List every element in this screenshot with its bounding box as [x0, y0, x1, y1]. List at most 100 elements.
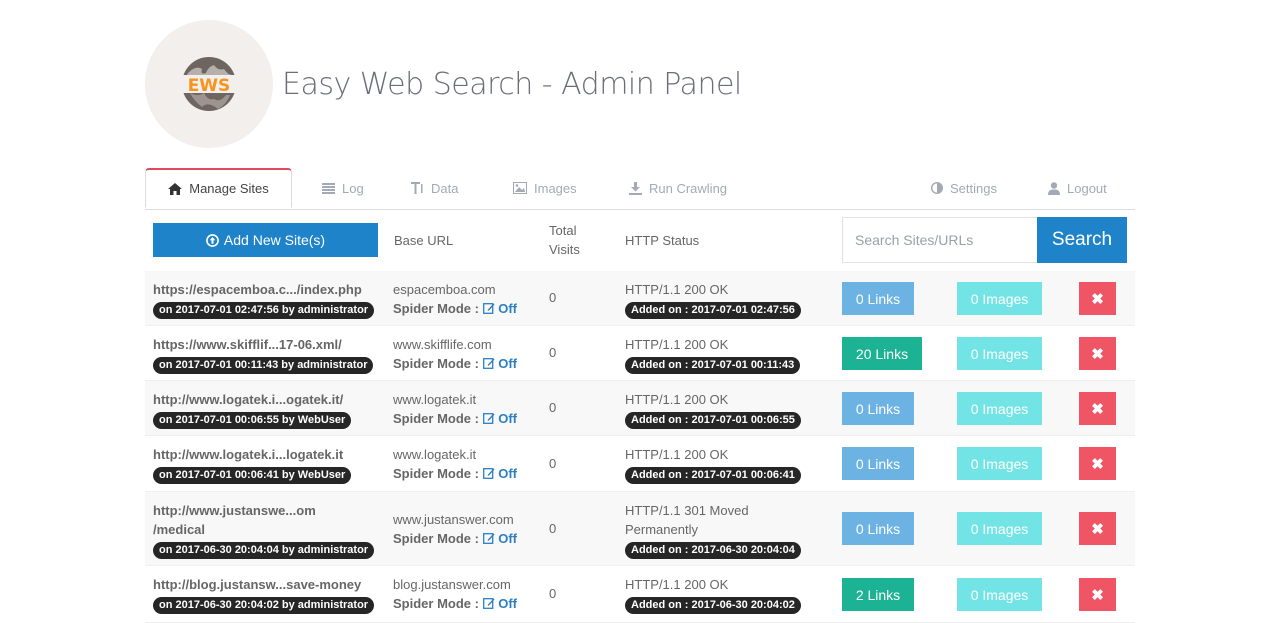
total-visits: 0 [549, 521, 557, 536]
delete-button[interactable]: ✖ [1079, 578, 1116, 611]
add-new-site-button[interactable]: Add New Site(s) [153, 223, 378, 257]
site-url[interactable]: http://www.logatek.i...logatek.it [153, 445, 383, 464]
search-button[interactable]: Search [1037, 217, 1127, 263]
base-url-cell: espacemboa.com Spider Mode : Off [393, 280, 517, 318]
added-on-badge: Added on : 2017-07-01 00:11:43 [625, 357, 801, 374]
delete-button[interactable]: ✖ [1079, 282, 1116, 315]
spider-mode: Spider Mode : Off [393, 301, 517, 316]
links-button[interactable]: 0 Links [842, 447, 914, 480]
tab-images[interactable]: Images [513, 168, 577, 208]
images-button[interactable]: 0 Images [957, 282, 1042, 315]
added-on-badge: Added on : 2017-07-01 00:06:55 [625, 412, 801, 429]
spider-mode: Spider Mode : Off [393, 356, 517, 371]
links-button[interactable]: 0 Links [842, 392, 914, 425]
base-url-cell: blog.justanswer.com Spider Mode : Off [393, 575, 517, 613]
links-button[interactable]: 2 Links [842, 578, 914, 611]
delete-button[interactable]: ✖ [1079, 392, 1116, 425]
http-status-text: HTTP/1.1 200 OK [625, 577, 729, 592]
sites-table: https://espacemboa.c.../index.php on 201… [145, 271, 1135, 623]
added-by-badge: on 2017-07-01 00:06:41 by WebUser [153, 467, 352, 484]
spider-toggle[interactable]: Off [482, 356, 517, 371]
base-url: espacemboa.com [393, 282, 496, 297]
total-visits: 0 [549, 456, 557, 471]
spider-mode: Spider Mode : Off [393, 596, 517, 611]
links-button[interactable]: 0 Links [842, 512, 914, 545]
site-url[interactable]: http://www.logatek.i...ogatek.it/ [153, 390, 383, 409]
total-visits: 0 [549, 586, 557, 601]
tab-data[interactable]: Data [411, 168, 458, 208]
site-url[interactable]: http://www.justanswe...om [153, 501, 383, 520]
site-url-cell: http://www.justanswe...om/medical on 201… [153, 501, 383, 559]
site-url-cell: https://www.skifflif...17-06.xml/ on 201… [153, 335, 383, 374]
http-status-text: HTTP/1.1 301 Moved [625, 503, 749, 518]
column-header-base-url: Base URL [394, 233, 454, 248]
site-url-cell: http://blog.justansw...save-money on 201… [153, 575, 383, 614]
close-icon: ✖ [1091, 400, 1104, 418]
edit-icon [482, 533, 495, 544]
site-row: https://espacemboa.c.../index.php on 201… [145, 271, 1135, 326]
site-url-cell: http://www.logatek.i...logatek.it on 201… [153, 445, 383, 484]
close-icon: ✖ [1091, 345, 1104, 363]
close-icon: ✖ [1091, 520, 1104, 538]
tab-run-crawling[interactable]: Run Crawling [629, 168, 727, 208]
site-row: https://www.skifflif...17-06.xml/ on 201… [145, 326, 1135, 381]
http-status-text: HTTP/1.1 200 OK [625, 447, 729, 462]
images-button[interactable]: 0 Images [957, 447, 1042, 480]
images-button[interactable]: 0 Images [957, 578, 1042, 611]
site-row: http://www.logatek.i...logatek.it on 201… [145, 436, 1135, 492]
spider-toggle[interactable]: Off [482, 596, 517, 611]
list-icon [322, 182, 335, 194]
base-url-cell: www.justanswer.com Spider Mode : Off [393, 510, 517, 548]
base-url: www.logatek.it [393, 392, 477, 407]
search-input[interactable] [842, 217, 1037, 263]
base-url-cell: www.skifflife.com Spider Mode : Off [393, 335, 517, 373]
picture-icon [513, 182, 527, 194]
tab-logout[interactable]: Logout [1048, 168, 1107, 208]
edit-icon [482, 303, 495, 314]
site-url[interactable]: http://blog.justansw...save-money [153, 575, 383, 594]
delete-button[interactable]: ✖ [1079, 337, 1116, 370]
svg-text:EWS: EWS [188, 76, 231, 96]
total-visits: 0 [549, 400, 557, 415]
images-button[interactable]: 0 Images [957, 512, 1042, 545]
base-url: www.logatek.it [393, 447, 477, 462]
spider-toggle[interactable]: Off [482, 301, 517, 316]
added-on-badge: Added on : 2017-06-30 20:04:04 [625, 542, 801, 559]
site-url-cell: http://www.logatek.i...ogatek.it/ on 201… [153, 390, 383, 429]
base-url: blog.justanswer.com [393, 577, 511, 592]
added-on-badge: Added on : 2017-07-01 02:47:56 [625, 302, 801, 319]
added-by-badge: on 2017-06-30 20:04:04 by administrator [153, 542, 375, 559]
images-button[interactable]: 0 Images [957, 337, 1042, 370]
edit-icon [482, 598, 495, 609]
spider-mode: Spider Mode : Off [393, 411, 517, 426]
added-by-badge: on 2017-07-01 02:47:56 by administrator [153, 302, 375, 319]
total-visits: 0 [549, 345, 557, 360]
site-url[interactable]: /medical [153, 520, 383, 539]
site-url[interactable]: https://www.skifflif...17-06.xml/ [153, 335, 383, 354]
images-button[interactable]: 0 Images [957, 392, 1042, 425]
circle-arrow-up-icon [206, 233, 219, 247]
base-url-cell: www.logatek.it Spider Mode : Off [393, 445, 517, 483]
site-url-cell: https://espacemboa.c.../index.php on 201… [153, 280, 383, 319]
links-button[interactable]: 0 Links [842, 282, 914, 315]
spider-toggle[interactable]: Off [482, 411, 517, 426]
links-button[interactable]: 20 Links [842, 337, 922, 370]
tab-log[interactable]: Log [322, 168, 364, 208]
delete-button[interactable]: ✖ [1079, 512, 1116, 545]
edit-icon [482, 468, 495, 479]
base-url-cell: www.logatek.it Spider Mode : Off [393, 390, 517, 428]
close-icon: ✖ [1091, 586, 1104, 604]
home-icon [168, 182, 183, 195]
close-icon: ✖ [1091, 455, 1104, 473]
tab-settings[interactable]: Settings [931, 168, 997, 208]
tab-manage-sites[interactable]: Manage Sites [145, 168, 292, 208]
spider-toggle[interactable]: Off [482, 531, 517, 546]
http-status-cell: HTTP/1.1 301 Moved Permanently Added on :… [625, 501, 820, 559]
adjust-icon [931, 182, 943, 194]
http-status-text: HTTP/1.1 200 OK [625, 392, 729, 407]
spider-toggle[interactable]: Off [482, 466, 517, 481]
site-url[interactable]: https://espacemboa.c.../index.php [153, 280, 383, 299]
delete-button[interactable]: ✖ [1079, 447, 1116, 480]
added-by-badge: on 2017-07-01 00:06:55 by WebUser [153, 412, 352, 429]
http-status-cell: HTTP/1.1 200 OK Added on : 2017-07-01 02… [625, 280, 820, 319]
